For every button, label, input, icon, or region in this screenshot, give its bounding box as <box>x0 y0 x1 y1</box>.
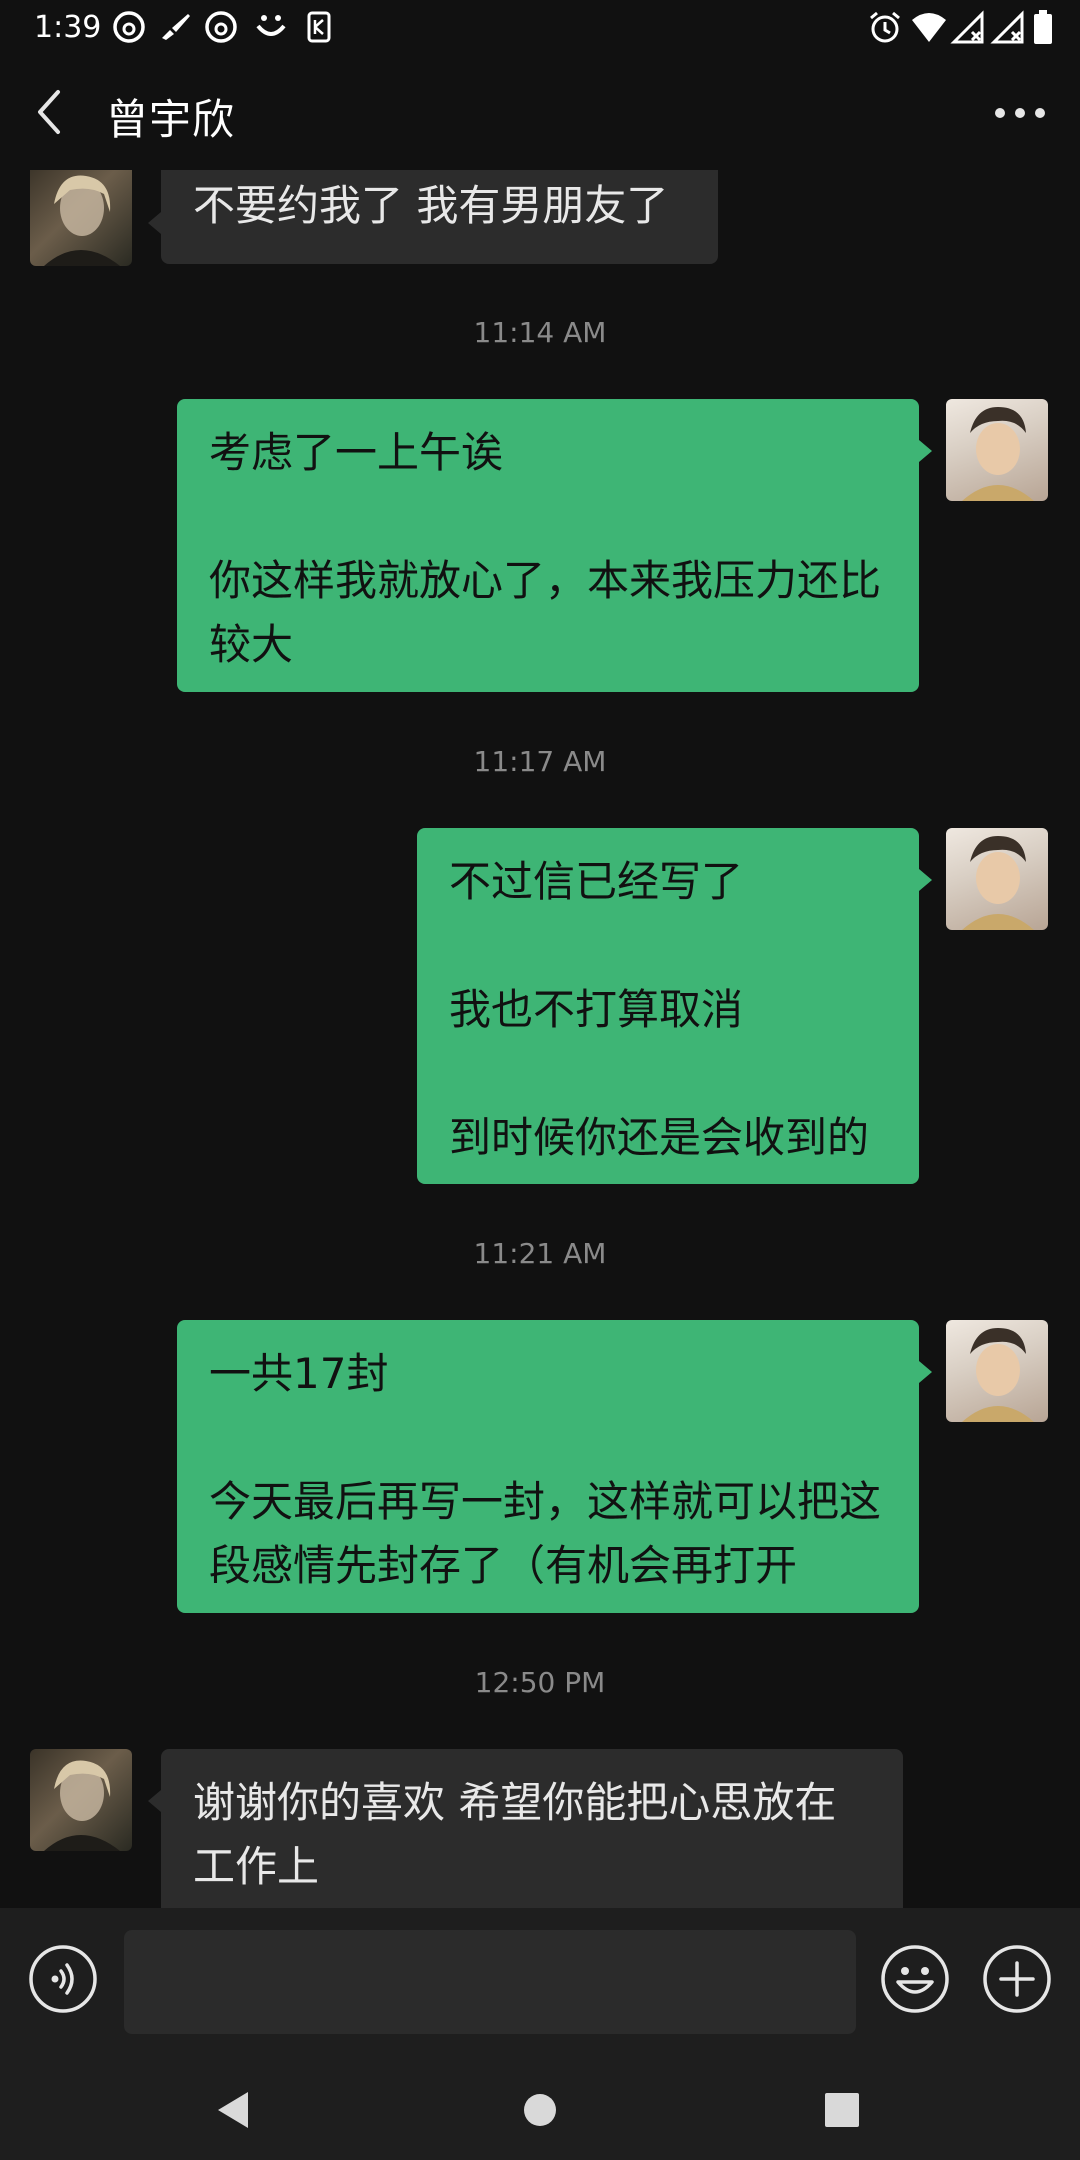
bubble-tail <box>919 869 932 891</box>
signal-icon-2 <box>990 10 1024 44</box>
status-bar: 1:39 <box>0 0 1080 56</box>
message-bubble-outgoing[interactable]: 一共17封 今天最后再写一封，这样就可以把这段感情先封存了（有机会再打开 <box>177 1320 919 1613</box>
contact-avatar[interactable] <box>30 1749 132 1851</box>
voice-input-icon[interactable] <box>28 1944 98 2014</box>
input-bar <box>0 1908 1080 2058</box>
bubble-tail <box>148 1790 161 1812</box>
contact-avatar[interactable] <box>30 170 132 266</box>
message-list[interactable]: 不要约我了 我有男朋友了 11:14 AM 考虑了一上午诶 你这样我就放心了，本… <box>0 170 1080 1908</box>
chat-header: 曾宇欣 <box>0 56 1080 176</box>
back-arrow-icon[interactable] <box>24 84 80 140</box>
bubble-tail <box>148 212 161 234</box>
more-options-icon[interactable] <box>990 88 1050 138</box>
status-time: 1:39 <box>34 10 102 45</box>
my-avatar[interactable] <box>946 1320 1048 1422</box>
message-timestamp: 11:17 AM <box>473 745 607 778</box>
my-avatar[interactable] <box>946 399 1048 501</box>
message-input[interactable] <box>124 1930 856 2034</box>
alarm-icon <box>870 11 900 43</box>
smile-app-icon <box>256 15 286 36</box>
emoji-icon[interactable] <box>880 1944 950 2014</box>
brush-icon <box>162 14 190 40</box>
signal-icon <box>950 10 984 44</box>
message-bubble-incoming[interactable]: 不要约我了 我有男朋友了 <box>161 170 718 264</box>
message-bubble-incoming[interactable]: 谢谢你的喜欢 希望你能把心思放在工作上 <box>161 1749 903 1908</box>
bubble-tail <box>919 440 932 462</box>
wifi-icon <box>912 13 946 42</box>
nav-back-icon[interactable] <box>210 2086 258 2134</box>
message-timestamp: 11:14 AM <box>473 316 607 349</box>
system-nav-bar <box>0 2058 1080 2160</box>
message-timestamp: 11:21 AM <box>473 1237 607 1270</box>
battery-icon <box>1034 10 1052 44</box>
plus-icon[interactable] <box>982 1944 1052 2014</box>
bubble-tail <box>919 1361 932 1383</box>
message-bubble-outgoing[interactable]: 考虑了一上午诶 你这样我就放心了，本来我压力还比较大 <box>177 399 919 692</box>
netease-music-icon-2 <box>205 11 237 43</box>
message-timestamp: 12:50 PM <box>474 1666 606 1699</box>
my-avatar[interactable] <box>946 828 1048 930</box>
netease-music-icon <box>113 11 145 43</box>
nav-home-icon[interactable] <box>516 2086 564 2134</box>
message-bubble-outgoing[interactable]: 不过信已经写了 我也不打算取消 到时候你还是会收到的 <box>417 828 919 1184</box>
chat-title: 曾宇欣 <box>106 95 236 144</box>
notification-app-icon <box>307 11 331 43</box>
nav-recents-icon[interactable] <box>818 2086 866 2134</box>
